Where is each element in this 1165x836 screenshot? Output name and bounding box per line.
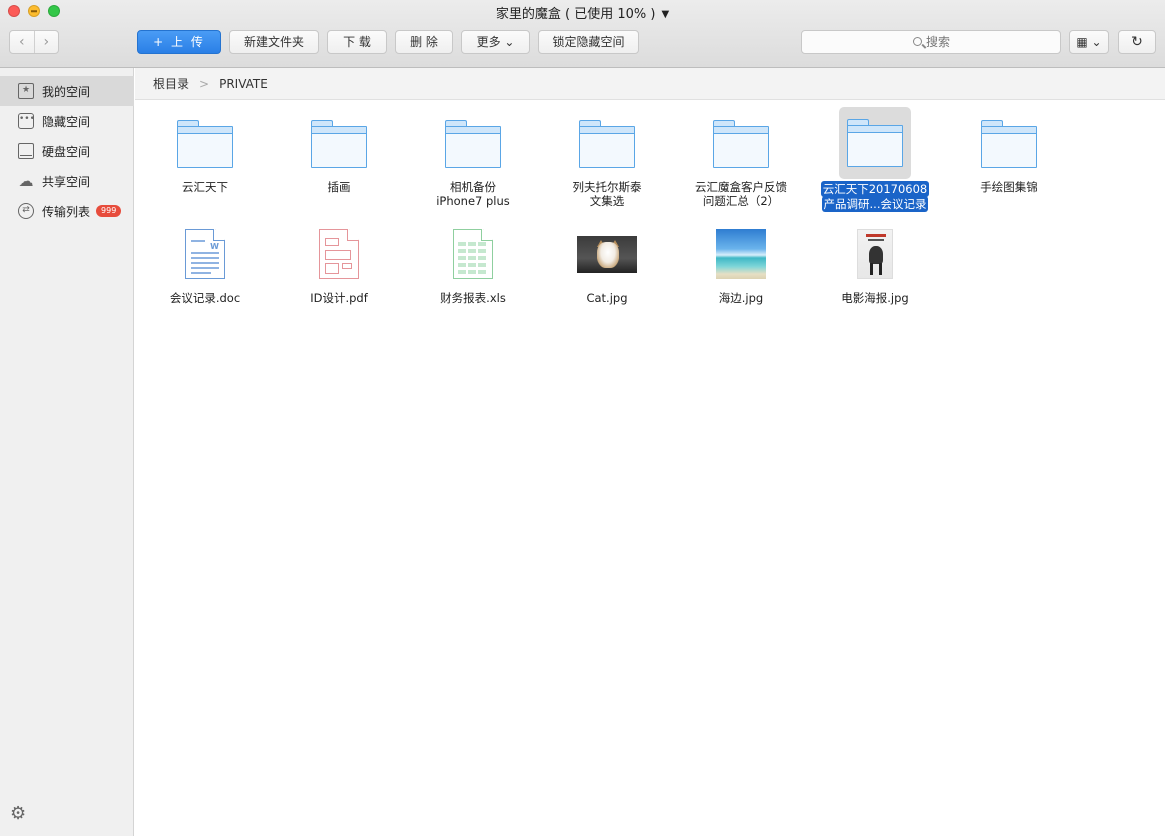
sidebar-item-hidden-space[interactable]: ••• 隐藏空间 <box>0 106 134 136</box>
view-mode-button[interactable]: ▦ ⌄ <box>1069 30 1109 54</box>
beach-image-thumbnail <box>705 218 777 290</box>
breadcrumb: 根目录 > PRIVATE <box>135 68 1165 100</box>
file-name: 电影海报.jpg <box>841 291 909 305</box>
movie-poster-thumbnail <box>839 218 911 290</box>
folder-icon <box>705 108 777 180</box>
transfer-count-badge: 999 <box>96 205 122 217</box>
sidebar-item-shared-space[interactable]: ☁ 共享空间 <box>0 166 134 196</box>
cloud-icon: ☁ <box>18 172 34 190</box>
dots-icon: ••• <box>18 113 35 129</box>
file-name: 云汇天下 <box>182 180 228 194</box>
back-button[interactable]: ‹ <box>10 31 35 53</box>
sidebar: ★ 我的空间 ••• 隐藏空间 硬盘空间 ☁ 共享空间 ⇄ 传输列表 999 ⚙ <box>0 68 134 836</box>
upload-button[interactable]: + 上 传 <box>137 30 221 54</box>
new-folder-button[interactable]: 新建文件夹 <box>229 30 319 54</box>
download-button[interactable]: 下 载 <box>327 30 387 54</box>
sidebar-item-label: 硬盘空间 <box>42 144 91 159</box>
word-document-icon: W <box>169 218 241 290</box>
file-name: ID设计.pdf <box>310 291 368 305</box>
search-icon <box>913 37 922 46</box>
file-name: 插画 <box>327 180 351 194</box>
folder-icon <box>973 108 1045 180</box>
sidebar-item-transfer-list[interactable]: ⇄ 传输列表 999 <box>0 196 134 226</box>
sidebar-item-label: 共享空间 <box>42 174 91 189</box>
search-box[interactable] <box>801 30 1061 54</box>
spreadsheet-icon <box>437 218 509 290</box>
folder-icon <box>437 108 509 180</box>
star-bookmark-icon: ★ <box>18 83 34 99</box>
file-name: 相机备份 iPhone7 plus <box>436 180 510 208</box>
file-name: 会议记录.doc <box>169 291 241 305</box>
file-name: 云汇天下20170608 产品调研...会议记录 <box>820 181 930 212</box>
file-name: 列夫托尔斯泰 文集选 <box>572 180 642 208</box>
folder-icon <box>839 107 911 179</box>
sidebar-item-label: 传输列表 <box>42 204 91 219</box>
breadcrumb-separator: > <box>199 76 210 91</box>
window-title[interactable]: 家里的魔盒 ( 已使用 10% ) ▼ <box>0 3 1165 22</box>
file-name: Cat.jpg <box>586 291 628 305</box>
file-grid: 云汇天下 插画 相机备份 iPhone7 plus 列夫托尔斯泰 文集选 云汇魔… <box>135 100 1165 836</box>
refresh-button[interactable]: ↻ <box>1118 30 1156 54</box>
file-name: 手绘图集锦 <box>980 180 1038 194</box>
nav-buttons: ‹ › <box>9 30 59 54</box>
delete-button[interactable]: 删 除 <box>395 30 453 54</box>
lock-hidden-space-button[interactable]: 锁定隐藏空间 <box>538 30 639 54</box>
cat-image-thumbnail <box>571 218 643 290</box>
gear-icon[interactable]: ⚙ <box>10 803 26 824</box>
folder-icon <box>303 108 375 180</box>
file-name: 财务报表.xls <box>440 291 506 305</box>
breadcrumb-current[interactable]: PRIVATE <box>219 77 268 91</box>
file-name: 云汇魔盒客户反馈 问题汇总（2） <box>695 180 787 208</box>
file-name: 海边.jpg <box>718 291 764 305</box>
more-button[interactable]: 更多 ⌄ <box>461 30 530 54</box>
window-title-text: 家里的魔盒 ( 已使用 10% ) <box>495 7 656 22</box>
folder-icon <box>571 108 643 180</box>
sidebar-item-label: 我的空间 <box>42 84 91 99</box>
transfer-icon: ⇄ <box>18 203 34 219</box>
folder-icon <box>169 108 241 180</box>
disk-icon <box>18 143 34 159</box>
forward-button[interactable]: › <box>35 31 59 53</box>
sidebar-item-label: 隐藏空间 <box>42 114 91 129</box>
sidebar-item-my-space[interactable]: ★ 我的空间 <box>0 76 134 106</box>
window-toolbar: 家里的魔盒 ( 已使用 10% ) ▼ ‹ › + 上 传 新建文件夹 下 载 删… <box>0 0 1165 68</box>
search-input[interactable] <box>802 31 1060 53</box>
sidebar-item-disk-space[interactable]: 硬盘空间 <box>0 136 134 166</box>
breadcrumb-root[interactable]: 根目录 <box>153 75 189 92</box>
chevron-down-icon[interactable]: ▼ <box>661 9 669 20</box>
pdf-document-icon <box>303 218 375 290</box>
